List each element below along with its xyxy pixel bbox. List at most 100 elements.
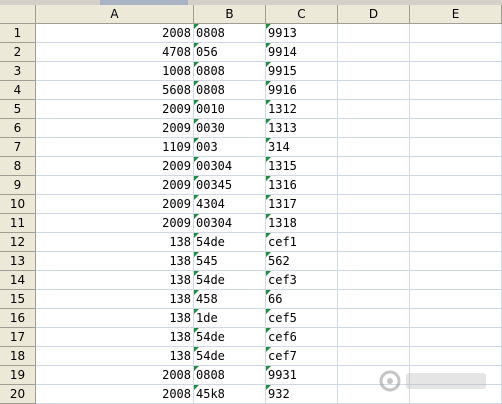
cell-e9[interactable] xyxy=(410,176,502,195)
row-header[interactable]: 9 xyxy=(0,176,36,195)
cell-a6[interactable]: 2009 xyxy=(36,119,194,138)
row-header[interactable]: 16 xyxy=(0,309,36,328)
cell-b8[interactable]: 00304 xyxy=(194,157,266,176)
column-header-e[interactable]: E xyxy=(410,5,502,24)
cell-c1[interactable]: 9913 xyxy=(266,24,338,43)
cell-b9[interactable]: 00345 xyxy=(194,176,266,195)
cell-c16[interactable]: cef5 xyxy=(266,309,338,328)
cell-a3[interactable]: 1008 xyxy=(36,62,194,81)
cell-c8[interactable]: 1315 xyxy=(266,157,338,176)
cell-e5[interactable] xyxy=(410,100,502,119)
cell-b4[interactable]: 0808 xyxy=(194,81,266,100)
cell-c20[interactable]: 932 xyxy=(266,385,338,404)
cell-b7[interactable]: 003 xyxy=(194,138,266,157)
cell-d2[interactable] xyxy=(338,43,410,62)
cell-d16[interactable] xyxy=(338,309,410,328)
row-header[interactable]: 8 xyxy=(0,157,36,176)
cell-c18[interactable]: cef7 xyxy=(266,347,338,366)
cell-d15[interactable] xyxy=(338,290,410,309)
column-header-d[interactable]: D xyxy=(338,5,410,24)
cell-e3[interactable] xyxy=(410,62,502,81)
cell-a12[interactable]: 138 xyxy=(36,233,194,252)
row-header[interactable]: 10 xyxy=(0,195,36,214)
row-header[interactable]: 17 xyxy=(0,328,36,347)
cell-b6[interactable]: 0030 xyxy=(194,119,266,138)
cell-e16[interactable] xyxy=(410,309,502,328)
cell-b5[interactable]: 0010 xyxy=(194,100,266,119)
cell-d18[interactable] xyxy=(338,347,410,366)
cell-e8[interactable] xyxy=(410,157,502,176)
cell-b3[interactable]: 0808 xyxy=(194,62,266,81)
row-header[interactable]: 18 xyxy=(0,347,36,366)
cell-d5[interactable] xyxy=(338,100,410,119)
cell-c19[interactable]: 9931 xyxy=(266,366,338,385)
cell-d14[interactable] xyxy=(338,271,410,290)
cell-e6[interactable] xyxy=(410,119,502,138)
cell-b2[interactable]: 056 xyxy=(194,43,266,62)
cell-b12[interactable]: 54de xyxy=(194,233,266,252)
cell-d7[interactable] xyxy=(338,138,410,157)
cell-c17[interactable]: cef6 xyxy=(266,328,338,347)
cell-d10[interactable] xyxy=(338,195,410,214)
cell-c7[interactable]: 314 xyxy=(266,138,338,157)
cell-b18[interactable]: 54de xyxy=(194,347,266,366)
cell-c10[interactable]: 1317 xyxy=(266,195,338,214)
row-header[interactable]: 20 xyxy=(0,385,36,404)
cell-a18[interactable]: 138 xyxy=(36,347,194,366)
cell-e15[interactable] xyxy=(410,290,502,309)
cell-c11[interactable]: 1318 xyxy=(266,214,338,233)
cell-a5[interactable]: 2009 xyxy=(36,100,194,119)
cell-a9[interactable]: 2009 xyxy=(36,176,194,195)
cell-e4[interactable] xyxy=(410,81,502,100)
row-header[interactable]: 1 xyxy=(0,24,36,43)
row-header[interactable]: 11 xyxy=(0,214,36,233)
cell-c3[interactable]: 9915 xyxy=(266,62,338,81)
row-header[interactable]: 4 xyxy=(0,81,36,100)
row-header[interactable]: 3 xyxy=(0,62,36,81)
cell-a8[interactable]: 2009 xyxy=(36,157,194,176)
cell-a17[interactable]: 138 xyxy=(36,328,194,347)
cell-b11[interactable]: 00304 xyxy=(194,214,266,233)
cell-c12[interactable]: cef1 xyxy=(266,233,338,252)
cell-e18[interactable] xyxy=(410,347,502,366)
cell-e13[interactable] xyxy=(410,252,502,271)
cell-c13[interactable]: 562 xyxy=(266,252,338,271)
cell-c4[interactable]: 9916 xyxy=(266,81,338,100)
cell-b14[interactable]: 54de xyxy=(194,271,266,290)
cell-c14[interactable]: cef3 xyxy=(266,271,338,290)
cell-a1[interactable]: 2008 xyxy=(36,24,194,43)
row-header[interactable]: 7 xyxy=(0,138,36,157)
cell-e17[interactable] xyxy=(410,328,502,347)
cell-e12[interactable] xyxy=(410,233,502,252)
row-header[interactable]: 14 xyxy=(0,271,36,290)
cell-b16[interactable]: 1de xyxy=(194,309,266,328)
column-header-c[interactable]: C xyxy=(266,5,338,24)
cell-e1[interactable] xyxy=(410,24,502,43)
cell-b13[interactable]: 545 xyxy=(194,252,266,271)
cell-a15[interactable]: 138 xyxy=(36,290,194,309)
cell-d6[interactable] xyxy=(338,119,410,138)
row-header[interactable]: 6 xyxy=(0,119,36,138)
row-header[interactable]: 12 xyxy=(0,233,36,252)
cell-c9[interactable]: 1316 xyxy=(266,176,338,195)
row-header[interactable]: 15 xyxy=(0,290,36,309)
cell-a2[interactable]: 4708 xyxy=(36,43,194,62)
cell-b1[interactable]: 0808 xyxy=(194,24,266,43)
cell-d13[interactable] xyxy=(338,252,410,271)
select-all-corner[interactable] xyxy=(0,5,36,24)
cell-a13[interactable]: 138 xyxy=(36,252,194,271)
cell-b10[interactable]: 4304 xyxy=(194,195,266,214)
cell-e14[interactable] xyxy=(410,271,502,290)
cell-c5[interactable]: 1312 xyxy=(266,100,338,119)
cell-c2[interactable]: 9914 xyxy=(266,43,338,62)
cell-d9[interactable] xyxy=(338,176,410,195)
cell-d1[interactable] xyxy=(338,24,410,43)
column-header-a[interactable]: A xyxy=(36,5,194,24)
cell-d11[interactable] xyxy=(338,214,410,233)
cell-e2[interactable] xyxy=(410,43,502,62)
cell-a4[interactable]: 5608 xyxy=(36,81,194,100)
cell-a16[interactable]: 138 xyxy=(36,309,194,328)
row-header[interactable]: 5 xyxy=(0,100,36,119)
cell-c6[interactable]: 1313 xyxy=(266,119,338,138)
cell-d17[interactable] xyxy=(338,328,410,347)
